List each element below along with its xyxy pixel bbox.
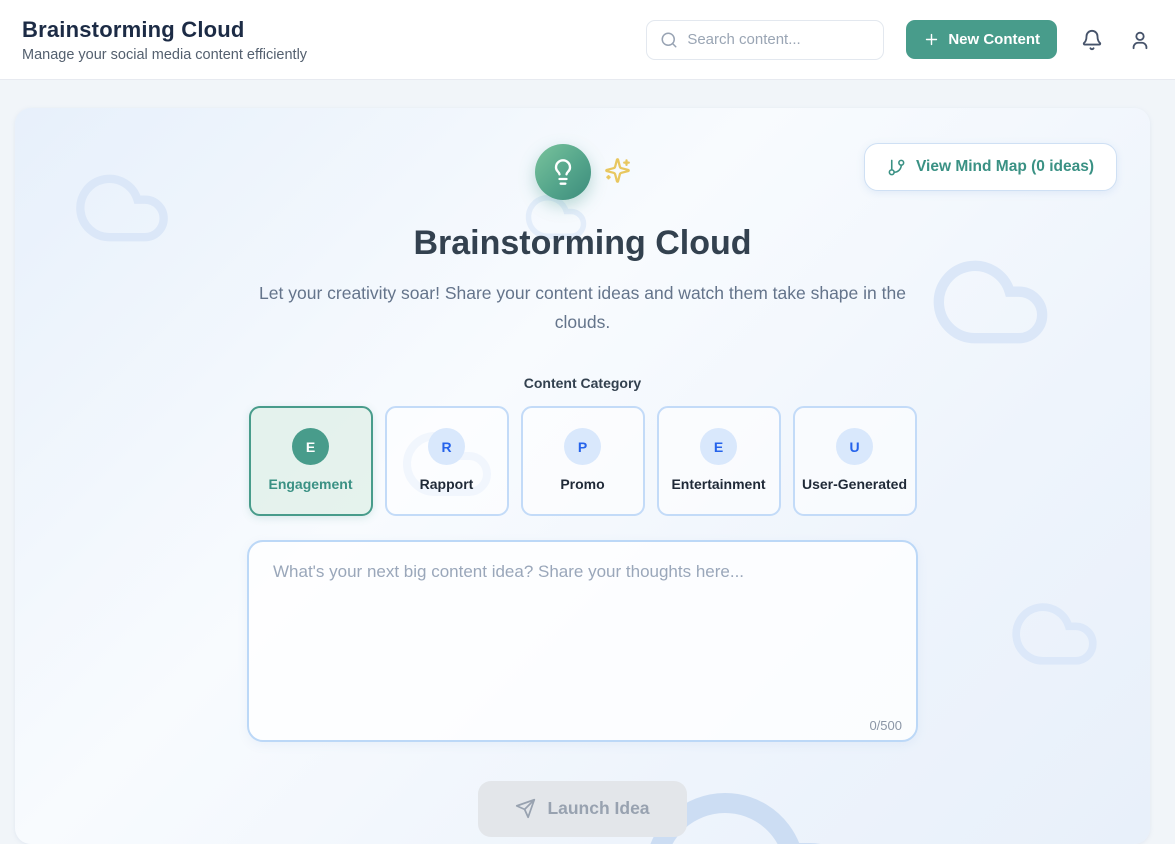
lightbulb-icon — [549, 158, 577, 186]
app-subtitle: Manage your social media content efficie… — [22, 47, 307, 63]
category-label: Content Category — [524, 375, 641, 391]
category-option-rapport[interactable]: R Rapport — [385, 406, 509, 516]
category-option-label: Engagement — [268, 476, 352, 493]
view-mind-map-button[interactable]: View Mind Map (0 ideas) — [864, 143, 1117, 191]
lightbulb-badge — [535, 144, 591, 200]
category-selector: E Engagement R Rapport P Promo E Enterta… — [249, 406, 917, 516]
launch-idea-label: Launch Idea — [547, 798, 649, 819]
page-subtitle: Let your creativity soar! Share your con… — [247, 279, 918, 338]
category-option-promo[interactable]: P Promo — [521, 406, 645, 516]
cloud-decoration-right-mid — [997, 588, 1112, 680]
app-header: Brainstorming Cloud Manage your social m… — [0, 0, 1175, 80]
sparkles-icon — [604, 157, 631, 184]
new-content-button[interactable]: New Content — [906, 20, 1057, 59]
brainstorm-content: Brainstorming Cloud Let your creativity … — [247, 108, 918, 837]
profile-button[interactable] — [1127, 27, 1153, 53]
cloud-decoration-top-left — [58, 158, 186, 258]
category-option-user-generated[interactable]: U User-Generated — [793, 406, 917, 516]
cloud-decoration-right — [913, 240, 1068, 364]
category-initial-badge: R — [428, 428, 465, 465]
header-actions: New Content — [646, 20, 1153, 60]
char-counter: 0/500 — [869, 718, 902, 733]
notifications-button[interactable] — [1079, 27, 1105, 53]
main-area: View Mind Map (0 ideas) Brainstorming Cl… — [0, 80, 1175, 844]
category-option-entertainment[interactable]: E Entertainment — [657, 406, 781, 516]
idea-input-wrapper: 0/500 — [247, 540, 918, 747]
category-initial-badge: U — [836, 428, 873, 465]
category-option-label: User-Generated — [802, 476, 907, 493]
hero-badge — [535, 144, 631, 200]
launch-idea-button[interactable]: Launch Idea — [478, 781, 686, 837]
new-content-label: New Content — [948, 31, 1040, 48]
category-option-label: Promo — [560, 476, 604, 493]
git-branch-icon — [887, 158, 906, 177]
idea-textarea[interactable] — [247, 540, 918, 742]
category-option-label: Rapport — [420, 476, 474, 493]
app-title: Brainstorming Cloud — [22, 17, 307, 43]
search-box[interactable] — [646, 20, 884, 60]
user-icon — [1129, 29, 1151, 51]
bell-icon — [1081, 29, 1103, 51]
app-branding: Brainstorming Cloud Manage your social m… — [22, 17, 307, 63]
brainstorm-panel: View Mind Map (0 ideas) Brainstorming Cl… — [15, 108, 1150, 844]
category-initial-badge: E — [292, 428, 329, 465]
category-initial-badge: E — [700, 428, 737, 465]
category-option-label: Entertainment — [671, 476, 765, 493]
category-option-engagement[interactable]: E Engagement — [249, 406, 373, 516]
category-initial-badge: P — [564, 428, 601, 465]
paper-plane-icon — [515, 798, 536, 819]
plus-icon — [923, 31, 940, 48]
page-title: Brainstorming Cloud — [413, 224, 751, 263]
view-mind-map-label: View Mind Map (0 ideas) — [916, 158, 1094, 176]
search-input[interactable] — [687, 31, 870, 48]
search-icon — [660, 31, 678, 49]
